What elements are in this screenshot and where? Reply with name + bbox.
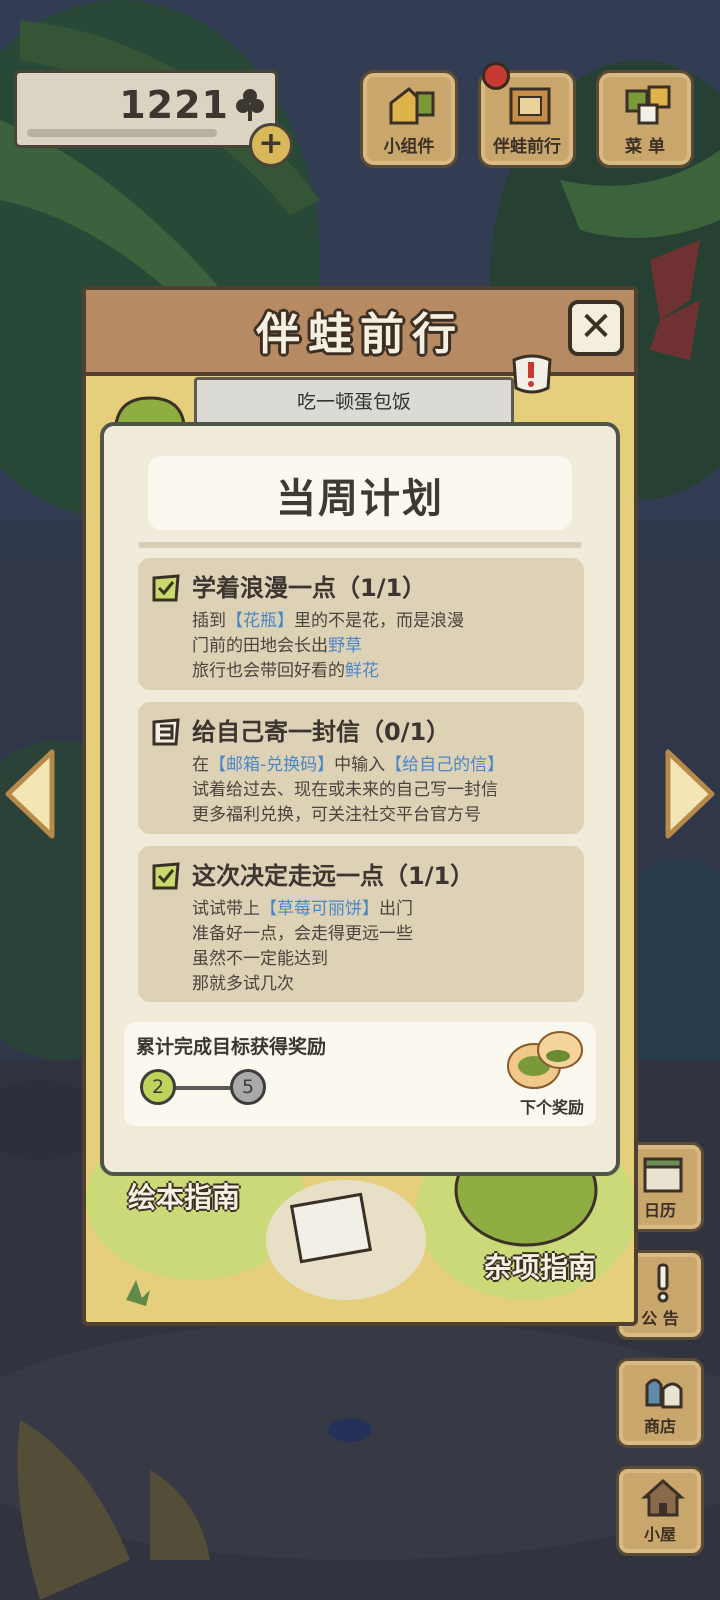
close-button[interactable]: ✕ bbox=[568, 300, 624, 356]
task-item: 这次决定走远一点（1/1） 试试带上【草莓可丽饼】出门 准备好一点，会走得更远一… bbox=[138, 846, 584, 1002]
activity-sign: 吃一顿蛋包饭 bbox=[194, 377, 514, 427]
clover-count: 1221 bbox=[119, 83, 229, 127]
task-title: 学着浪漫一点（1/1） bbox=[192, 574, 427, 602]
task-item: 给自己寄一封信（0/1） 在【邮箱-兑换码】中输入【给自己的信】 试着给过去、现… bbox=[138, 702, 584, 834]
plan-title: 当周计划 bbox=[276, 476, 444, 522]
shop-icon bbox=[645, 1378, 683, 1409]
menu-button-label: 菜 单 bbox=[625, 137, 665, 157]
task-complete-icon bbox=[152, 862, 180, 890]
reward-progress: 累计完成目标获得奖励 2 5 下个奖励 bbox=[124, 1022, 596, 1126]
previous-page-arrow-icon[interactable] bbox=[4, 748, 56, 840]
add-clover-button[interactable]: + bbox=[249, 123, 293, 167]
menu-button[interactable]: 菜 单 bbox=[596, 70, 694, 168]
picture-book-guide-label[interactable]: 绘本指南 bbox=[128, 1176, 240, 1216]
item-link: 野草 bbox=[328, 636, 362, 656]
item-link: 鲜花 bbox=[345, 661, 379, 681]
house-icon bbox=[641, 1478, 685, 1517]
notice-icon bbox=[657, 1263, 669, 1303]
widget-icon bbox=[389, 87, 435, 125]
task-desc-line: 准备好一点，会走得更远一些 bbox=[192, 924, 413, 944]
item-link: 【花瓶】 bbox=[226, 611, 294, 631]
task-desc-line: 门前的田地会长出野草 bbox=[192, 636, 362, 656]
exclamation-icon bbox=[512, 354, 552, 394]
clover-icon bbox=[235, 87, 265, 127]
item-link: 【邮箱-兑换码】 bbox=[209, 755, 335, 775]
bun-reward-icon[interactable] bbox=[504, 1026, 584, 1092]
journey-button-label: 伴蛙前行 bbox=[493, 137, 561, 157]
task-title: 这次决定走远一点（1/1） bbox=[192, 862, 475, 890]
shop-button-label: 商店 bbox=[643, 1417, 676, 1436]
task-complete-icon bbox=[152, 574, 180, 602]
widget-button-label: 小组件 bbox=[383, 137, 435, 157]
calendar-icon bbox=[643, 1157, 683, 1193]
frog-peek-icon bbox=[114, 396, 186, 424]
task-desc-line: 插到【花瓶】里的不是花，而是浪漫 bbox=[192, 611, 464, 631]
notification-badge bbox=[482, 62, 510, 90]
divider bbox=[138, 542, 582, 548]
task-desc-line: 试着给过去、现在或未来的自己写一封信 bbox=[192, 780, 498, 800]
misc-guide-label[interactable]: 杂项指南 bbox=[484, 1246, 596, 1286]
task-desc-line: 那就多试几次 bbox=[192, 974, 294, 994]
journey-book-icon bbox=[509, 87, 551, 125]
task-title: 给自己寄一封信（0/1） bbox=[192, 718, 451, 746]
next-reward-label: 下个奖励 bbox=[519, 1098, 584, 1117]
task-desc-line: 更多福利兑换，可关注社交平台官方号 bbox=[192, 805, 481, 825]
task-item: 学着浪漫一点（1/1） 插到【花瓶】里的不是花，而是浪漫 门前的田地会长出野草 … bbox=[138, 558, 584, 690]
task-pending-icon bbox=[152, 718, 180, 746]
reward-title: 累计完成目标获得奖励 bbox=[136, 1036, 327, 1058]
progress-completed-node: 2 bbox=[140, 1069, 176, 1105]
task-desc-line: 试试带上【草莓可丽饼】出门 bbox=[192, 899, 413, 919]
plan-title-box: 当周计划 bbox=[148, 456, 572, 530]
task-desc-line: 旅行也会带回好看的鲜花 bbox=[192, 661, 379, 681]
menu-icon bbox=[625, 85, 671, 125]
clover-counter: 1221 bbox=[14, 70, 278, 148]
widget-button[interactable]: 小组件 bbox=[360, 70, 458, 168]
shop-button[interactable]: 商店 bbox=[616, 1358, 704, 1448]
next-page-arrow-icon[interactable] bbox=[664, 748, 716, 840]
task-desc-line: 在【邮箱-兑换码】中输入【给自己的信】 bbox=[192, 755, 505, 775]
item-link: 【给自己的信】 bbox=[385, 755, 505, 775]
task-desc-line: 虽然不一定能达到 bbox=[192, 949, 328, 969]
weekly-plan-dialog: 当周计划 学着浪漫一点（1/1） 插到【花瓶】里的不是花，而是浪漫 门前的田地会… bbox=[100, 422, 620, 1176]
item-link: 【草莓可丽饼】 bbox=[260, 899, 379, 919]
clover-progress-bar bbox=[27, 129, 217, 137]
house-button[interactable]: 小屋 bbox=[616, 1466, 704, 1556]
house-button-label: 小屋 bbox=[643, 1525, 676, 1544]
progress-target-node: 5 bbox=[230, 1069, 266, 1105]
